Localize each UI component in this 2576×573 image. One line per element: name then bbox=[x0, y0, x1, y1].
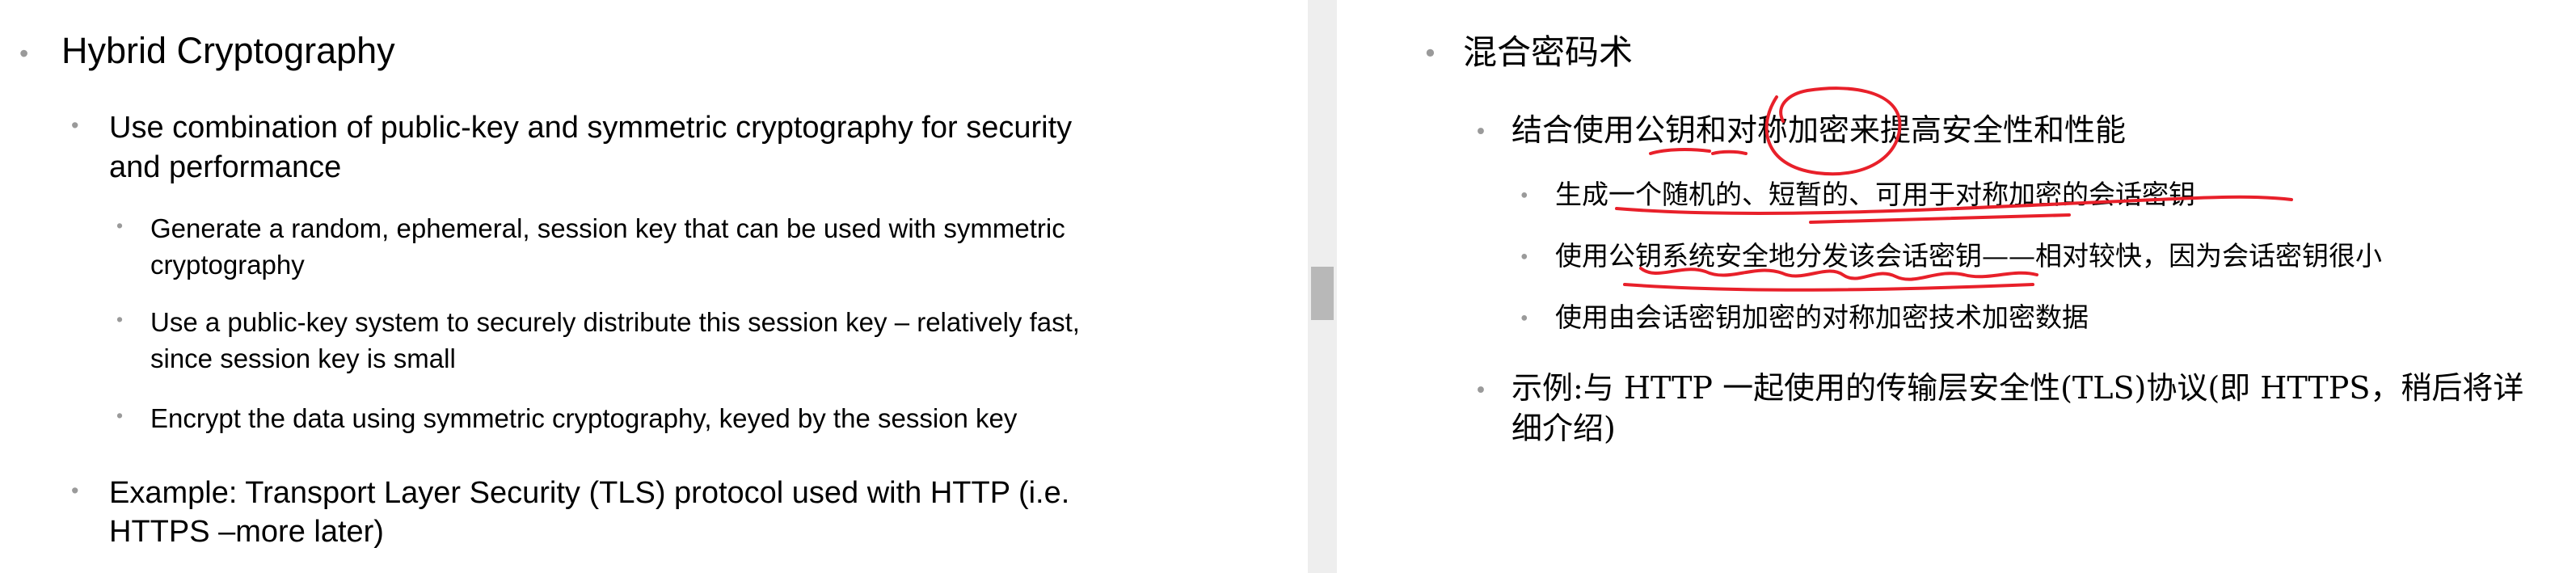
bullet-icon: • bbox=[19, 39, 29, 68]
sub-text-line1: Generate a random, ephemeral, session ke… bbox=[150, 213, 1065, 243]
point-text-line1: Example: Transport Layer Security (TLS) … bbox=[109, 476, 1070, 510]
bullet-icon: • bbox=[1519, 186, 1530, 207]
sub-text-line2: since session key is small bbox=[150, 343, 456, 373]
scrollbar-thumb[interactable] bbox=[1311, 267, 1334, 320]
sub-text: 生成一个随机的、短暂的、可用于对称加密的会话密钥 bbox=[1555, 179, 2195, 210]
sub-text: Encrypt the data using symmetric cryptog… bbox=[150, 403, 1018, 433]
chinese-slide: • 混合密码术 • 结合使用公钥和对称加密来提高安全性和性能 • 生成一个随机的… bbox=[1337, 0, 2576, 573]
bullet-icon: • bbox=[1519, 247, 1530, 268]
bullet-icon: • bbox=[1474, 378, 1487, 403]
sub-text-line2: cryptography bbox=[150, 250, 305, 280]
sub-text-line1: Use a public-key system to securely dist… bbox=[150, 307, 1080, 337]
bullet-icon: • bbox=[1519, 309, 1530, 330]
sub-text: 使用公钥系统安全地分发该会话密钥——相对较快，因为会话密钥很小 bbox=[1555, 240, 2382, 272]
point-text-line1: Use combination of public-key and symmet… bbox=[109, 111, 1073, 145]
bullet-icon: • bbox=[116, 309, 124, 330]
bullet-icon: • bbox=[116, 405, 124, 426]
point-text-line2: 细介绍) bbox=[1511, 411, 1616, 446]
bullet-icon: • bbox=[71, 113, 79, 137]
bullet-icon: • bbox=[1423, 38, 1438, 69]
english-slide: • Hybrid Cryptography • Use combination … bbox=[0, 0, 1308, 573]
slide-title: Hybrid Cryptography bbox=[61, 30, 395, 71]
sub-text: 使用由会话密钥加密的对称加密技术加密数据 bbox=[1555, 301, 2089, 333]
bullet-icon: • bbox=[1474, 120, 1487, 145]
point-text-line2: HTTPS –more later) bbox=[109, 515, 384, 549]
bullet-icon: • bbox=[116, 215, 124, 236]
slide-title: 混合密码术 bbox=[1463, 32, 1634, 72]
point-text: 结合使用公钥和对称加密来提高安全性和性能 bbox=[1511, 112, 2127, 148]
point-text-line2: and performance bbox=[109, 150, 342, 184]
point-text-line1: 示例:与 HTTP 一起使用的传输层安全性(TLS)协议(即 HTTPS，稍后将… bbox=[1511, 370, 2524, 406]
bullet-icon: • bbox=[71, 478, 79, 503]
